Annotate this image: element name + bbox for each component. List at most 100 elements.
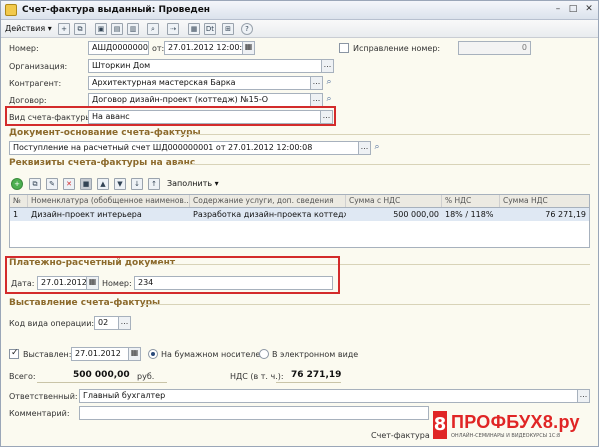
print-invoice-label[interactable]: Счет-фактура	[371, 431, 430, 440]
actions-label: Действия	[5, 24, 46, 33]
contract-select-button[interactable]: ...	[310, 93, 323, 107]
issued-calendar-icon[interactable]: ▦	[128, 347, 141, 361]
table-header: № Номенклатура (обобщенное наименов... С…	[9, 194, 590, 208]
copy-row-icon[interactable]: ⧉	[29, 178, 41, 190]
op-code-field[interactable]: 02	[94, 316, 119, 330]
responsible-select-button[interactable]: ...	[577, 389, 590, 403]
title-bar: Счет-фактура выданный: Проведен – □ ✕	[1, 1, 598, 20]
table-row[interactable]: 1 Дизайн-проект интерьера Разработка диз…	[10, 208, 589, 221]
comment-label: Комментарий:	[9, 409, 70, 418]
correction-checkbox[interactable]	[339, 43, 349, 53]
logo-mark: 8	[433, 411, 447, 439]
end-edit-icon[interactable]: ■	[80, 178, 92, 190]
date-from-label: от:	[152, 44, 165, 53]
unpost-icon[interactable]: ▥	[127, 23, 139, 35]
fill-menu[interactable]: Заполнить ▾	[167, 178, 219, 190]
invoice-type-highlight	[5, 106, 336, 126]
date-field[interactable]: 27.01.2012 12:00:08	[164, 41, 243, 55]
report-icon[interactable]: ▦	[188, 23, 200, 35]
add-icon[interactable]: +	[58, 23, 70, 35]
requisites-divider	[176, 164, 590, 165]
minimize-icon[interactable]: –	[551, 4, 565, 16]
copy-icon[interactable]: ⧉	[74, 23, 86, 35]
basis-field[interactable]: Поступление на расчетный счет ШД00000000…	[9, 141, 359, 155]
cell-vat-pct: 18% / 118%	[445, 210, 494, 219]
maximize-icon[interactable]: □	[566, 4, 580, 16]
calendar-icon[interactable]: ▦	[242, 41, 255, 55]
dt-kt-icon[interactable]: Dt	[204, 23, 216, 35]
col-vat-pct[interactable]: % НДС	[442, 195, 500, 207]
move-up-icon[interactable]: ▲	[97, 178, 109, 190]
org-select-button[interactable]: ...	[321, 59, 334, 73]
edit-row-icon[interactable]: ✎	[46, 178, 58, 190]
profbuh-logo: 8 ПРОФБУХ8.ру ОНЛАЙН-СЕМИНАРЫ И ВИДЕОКУР…	[433, 411, 595, 443]
based-on-icon[interactable]: ⇢	[167, 23, 179, 35]
save-icon[interactable]: ▣	[95, 23, 107, 35]
number-field[interactable]: АШД00000001	[88, 41, 149, 55]
counterparty-select-button[interactable]: ...	[310, 76, 323, 90]
paper-label: На бумажном носителе	[161, 350, 261, 359]
correction-field[interactable]: 0	[458, 41, 531, 55]
issued-date-field[interactable]: 27.01.2012	[71, 347, 129, 361]
col-vat-sum[interactable]: Сумма НДС	[500, 195, 589, 207]
table-body: 1 Дизайн-проект интерьера Разработка диз…	[9, 208, 590, 248]
col-number[interactable]: №	[10, 195, 28, 207]
cell-sum: 500 000,00	[393, 210, 439, 219]
issued-checkbox[interactable]: ✓	[9, 348, 19, 359]
help-icon[interactable]: ?	[241, 23, 253, 35]
cell-item: Дизайн-проект интерьера	[31, 210, 142, 219]
document-icon	[5, 4, 17, 16]
vat-value: 76 271,19	[291, 370, 342, 380]
issued-label: Выставлен:	[23, 350, 72, 359]
number-label: Номер:	[9, 44, 39, 53]
org-field[interactable]: Шторкин Дом	[88, 59, 322, 73]
basis-divider	[176, 134, 590, 135]
counterparty-label: Контрагент:	[9, 79, 62, 88]
comment-field[interactable]	[79, 406, 429, 420]
structure-icon[interactable]: ⊞	[222, 23, 234, 35]
actions-menu[interactable]: Действия ▾	[5, 23, 52, 35]
col-sum[interactable]: Сумма с НДС	[346, 195, 442, 207]
move-down-icon[interactable]: ▼	[114, 178, 126, 190]
responsible-label: Ответственный:	[9, 392, 78, 401]
cell-number: 1	[13, 210, 19, 219]
col-item[interactable]: Номенклатура (обобщенное наименов...	[28, 195, 190, 207]
add-row-icon[interactable]: +	[11, 178, 23, 190]
currency-label: руб.	[137, 372, 155, 381]
find-icon[interactable]: ⌕	[147, 23, 159, 35]
delete-row-icon[interactable]: ✕	[63, 178, 75, 190]
electronic-radio[interactable]	[259, 349, 269, 359]
col-content[interactable]: Содержание услуги, доп. сведения	[190, 195, 346, 207]
responsible-field[interactable]: Главный бухгалтер	[79, 389, 578, 403]
total-label: Всего:	[9, 372, 36, 381]
contract-open-icon[interactable]: ⌕	[323, 93, 335, 107]
correction-label: Исправление номер:	[353, 44, 441, 53]
op-code-select-button[interactable]: ...	[118, 316, 131, 330]
close-icon[interactable]: ✕	[582, 4, 596, 16]
issuance-divider	[143, 304, 590, 305]
sort-desc-icon[interactable]: ↑	[148, 178, 160, 190]
post-icon[interactable]: ▤	[111, 23, 123, 35]
sort-asc-icon[interactable]: ↓	[131, 178, 143, 190]
issuance-section-title: Выставление счета-фактуры	[9, 298, 161, 308]
cell-vat-sum: 76 271,19	[545, 210, 586, 219]
logo-subtitle: ОНЛАЙН-СЕМИНАРЫ И ВИДЕОКУРСЫ 1С:8	[451, 433, 561, 439]
counterparty-field[interactable]: Архитектурная мастерская Барка	[88, 76, 311, 90]
logo-text: ПРОФБУХ8.ру	[451, 412, 580, 432]
vat-label: НДС (в т. ч.):	[230, 372, 284, 381]
requisites-section-title: Реквизиты счета-фактуры на аванс	[9, 158, 196, 168]
vat-underline	[276, 382, 341, 383]
electronic-label: В электронном виде	[272, 350, 359, 359]
total-underline	[37, 382, 167, 383]
counterparty-open-icon[interactable]: ⌕	[323, 76, 335, 90]
toolbar: Действия ▾ + ⧉ ▣ ▤ ▥ ⌕ ⇢ ▦ Dt ⊞ ?	[1, 20, 598, 38]
contract-field[interactable]: Договор дизайн-проект (коттедж) №15-О	[88, 93, 311, 107]
window-title: Счет-фактура выданный: Проведен	[22, 5, 211, 15]
basis-section-title: Документ-основание счета-фактуры	[9, 128, 201, 138]
basis-select-button[interactable]: ...	[358, 141, 371, 155]
payment-highlight	[5, 256, 340, 294]
op-code-label: Код вида операции:	[9, 319, 95, 328]
paper-radio[interactable]	[148, 349, 158, 359]
basis-open-icon[interactable]: ⌕	[371, 141, 383, 155]
fill-label: Заполнить	[167, 179, 213, 188]
